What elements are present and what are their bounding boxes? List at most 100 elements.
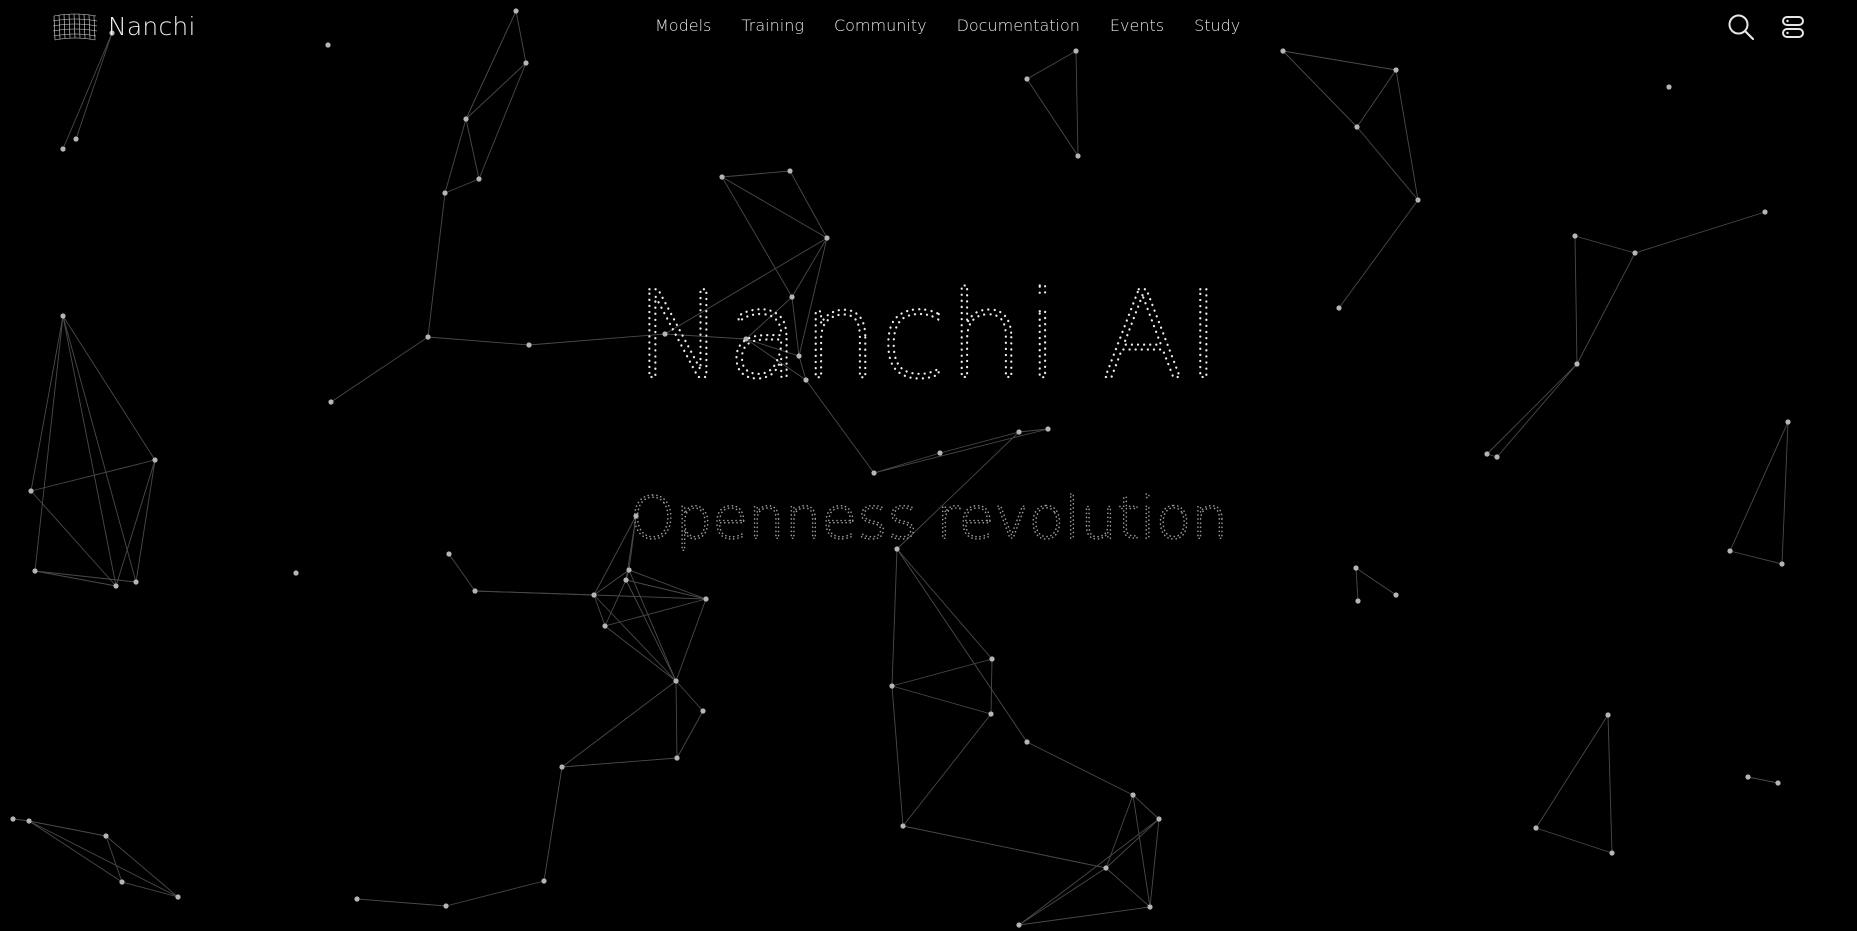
network-node [989,656,995,662]
network-node [559,764,565,770]
network-node [889,683,895,689]
nav-item-events[interactable]: Events [1110,16,1164,35]
network-node [472,588,478,594]
nav-item-study[interactable]: Study [1194,16,1240,35]
network-node [1393,592,1399,598]
network-node [1024,76,1030,82]
hero-title-wrapper: Nanchi AI [0,262,1857,407]
network-edge [990,658,993,715]
network-edge [474,590,595,596]
menu-toggle-icon[interactable] [1779,13,1807,41]
network-node [1130,792,1136,798]
network-edge [1105,818,1160,869]
network-edge [1075,50,1079,157]
network-node [32,568,38,574]
network-edge [593,569,630,596]
search-icon[interactable] [1727,13,1755,41]
network-node [623,577,629,583]
network-node [541,878,547,884]
network-edge [625,579,677,682]
network-edge [939,431,1020,454]
network-node [133,579,139,585]
network-edge [721,176,828,239]
network-edge [356,898,447,907]
network-edge [28,820,179,898]
network-node [1355,598,1361,604]
network-node [900,823,906,829]
network-node [103,833,109,839]
hero-title: Nanchi AI [633,266,1222,407]
network-node [119,879,125,885]
network-edge [1132,794,1160,820]
network-node [523,60,529,66]
network-edge [1574,235,1636,254]
network-node [673,678,679,684]
network-edge [1026,741,1134,796]
network-node [1775,780,1781,786]
network-node [476,176,482,182]
network-node [1045,426,1051,432]
network-node [354,896,360,902]
brand-logo[interactable]: Nanchi [50,10,196,42]
network-node [1533,825,1539,831]
network-edge [593,594,707,600]
network-edge [604,625,677,682]
network-edge [1747,776,1779,784]
network-edge [628,569,707,600]
network-node [113,583,119,589]
network-node [26,818,32,824]
network-node [1745,774,1751,780]
network-node [463,116,469,122]
network-node [73,136,79,142]
network-edge [448,553,476,592]
network-edge [604,579,627,627]
hero-subtitle-wrapper: Openness revolution [0,470,1857,554]
network-node [1632,250,1638,256]
network-edge [593,594,606,627]
network-node [1609,850,1615,856]
network-edge [676,710,704,759]
network-edge [465,118,480,180]
nav-item-training[interactable]: Training [741,16,804,35]
network-edge [896,548,993,660]
network-node [703,596,709,602]
network-node [60,146,66,152]
network-edge [789,170,828,239]
network-edge [1356,69,1397,128]
top-navbar: Nanchi Models Training Community Documen… [0,0,1857,56]
network-node [443,903,449,909]
network-node [602,623,608,629]
nav-item-community[interactable]: Community [834,16,927,35]
network-edge [561,757,678,768]
network-background [10,8,1791,928]
network-node [824,235,830,241]
network-node [1762,209,1768,215]
network-edge [891,548,898,687]
network-node [1103,865,1109,871]
network-edge [1356,126,1419,201]
network-edge [444,178,480,194]
network-node [1353,565,1359,571]
network-edge [478,62,527,180]
network-node [700,708,706,714]
nav-item-documentation[interactable]: Documentation [957,16,1080,35]
network-edge [902,825,1107,869]
network-edge [561,680,677,768]
network-node [1779,561,1785,567]
network-node [1147,904,1153,910]
network-edge [1105,867,1151,908]
network-edge [675,598,707,682]
network-edge [1395,69,1419,201]
network-node [591,592,597,598]
network-node [152,457,158,463]
network-node [1016,922,1022,928]
network-node [442,190,448,196]
network-node [1016,429,1022,435]
network-edge [1355,567,1359,602]
hero-title-text: Nanchi AI [634,267,1222,406]
network-node [719,174,725,180]
hero-subtitle: Openness revolution [629,483,1229,553]
network-edge [891,685,904,827]
nav-item-models[interactable]: Models [655,16,711,35]
network-edge [902,713,992,827]
